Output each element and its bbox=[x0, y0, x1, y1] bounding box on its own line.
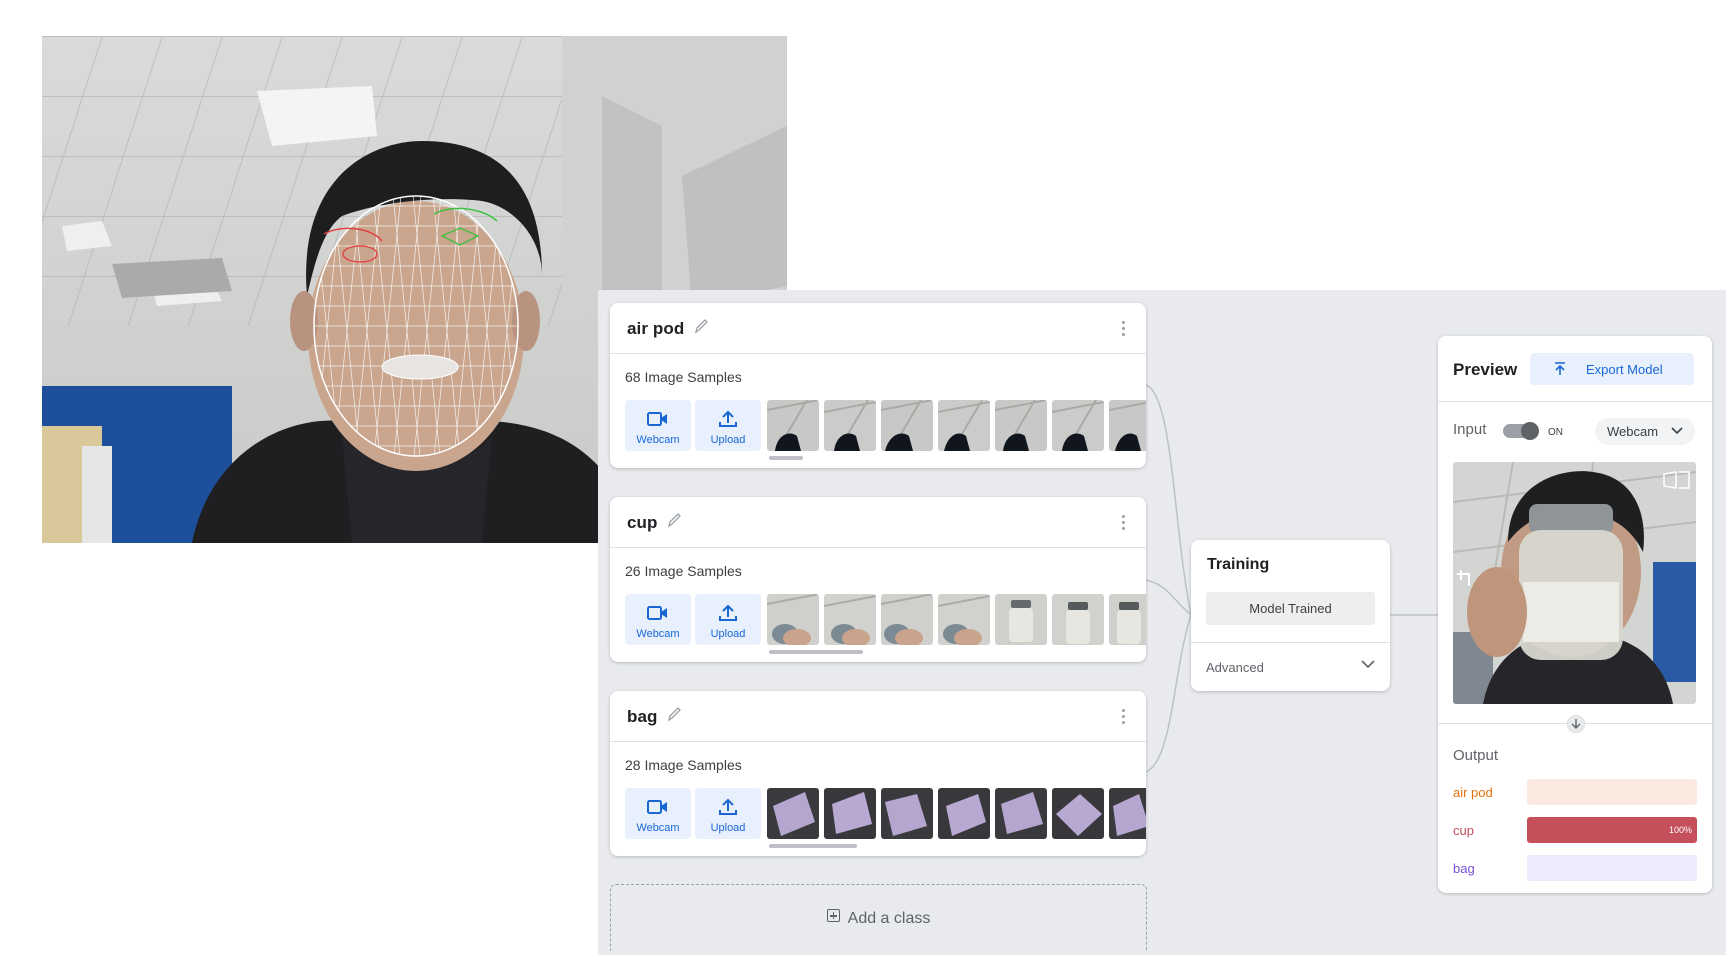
sample-thumbnail[interactable] bbox=[1052, 400, 1104, 451]
sample-thumbnails[interactable] bbox=[767, 400, 1146, 451]
confidence-percent: 100% bbox=[1668, 825, 1692, 835]
chevron-down-icon bbox=[1671, 427, 1683, 435]
add-class-label: Add a class bbox=[847, 910, 931, 927]
sample-thumbnail[interactable] bbox=[824, 788, 876, 839]
thumbnail-scrollbar[interactable] bbox=[769, 844, 857, 848]
sample-thumbnail[interactable] bbox=[1052, 594, 1104, 645]
output-row: air pod bbox=[1453, 779, 1697, 805]
upload-icon bbox=[719, 604, 737, 621]
output-class-label: bag bbox=[1453, 861, 1475, 876]
sample-thumbnail[interactable] bbox=[938, 788, 990, 839]
edit-pencil-icon[interactable] bbox=[693, 317, 709, 335]
edit-pencil-icon[interactable] bbox=[666, 511, 682, 529]
sample-thumbnail[interactable] bbox=[824, 400, 876, 451]
sample-count: 28 Image Samples bbox=[625, 757, 742, 773]
preview-title: Preview bbox=[1453, 360, 1518, 379]
output-class-label: air pod bbox=[1453, 785, 1493, 800]
webcam-button-label: Webcam bbox=[636, 822, 680, 834]
sample-thumbnail[interactable] bbox=[881, 594, 933, 645]
sample-thumbnail[interactable] bbox=[938, 400, 990, 451]
class-name[interactable]: cup bbox=[627, 513, 658, 533]
more-options-icon[interactable] bbox=[1122, 515, 1126, 531]
export-model-button[interactable]: Export Model bbox=[1530, 353, 1694, 385]
sample-thumbnails[interactable] bbox=[767, 788, 1146, 839]
webcam-button[interactable]: Webcam bbox=[625, 400, 691, 451]
class-header: bag bbox=[610, 691, 1146, 742]
confidence-bar bbox=[1527, 779, 1697, 805]
upload-button-label: Upload bbox=[710, 434, 746, 446]
train-model-button[interactable]: Model Trained bbox=[1206, 592, 1375, 625]
upload-button[interactable]: Upload bbox=[695, 594, 761, 645]
add-class-button[interactable]: Add a class bbox=[610, 884, 1147, 951]
webcam-feed-image bbox=[1453, 462, 1696, 704]
upload-button[interactable]: Upload bbox=[695, 400, 761, 451]
arrow-down-icon bbox=[1567, 715, 1585, 733]
confidence-bar bbox=[1527, 855, 1697, 881]
class-card-bag: bag 28 Image Samples Webcam Upload bbox=[610, 691, 1146, 856]
upload-button-label: Upload bbox=[710, 628, 746, 640]
confidence-bar: 100% bbox=[1527, 817, 1697, 843]
sample-thumbnail[interactable] bbox=[824, 594, 876, 645]
sample-thumbnail[interactable] bbox=[1109, 788, 1146, 839]
sample-thumbnail[interactable] bbox=[881, 400, 933, 451]
class-card-cup: cup 26 Image Samples Webcam Upload bbox=[610, 497, 1146, 662]
sample-count: 26 Image Samples bbox=[625, 563, 742, 579]
sample-thumbnail[interactable] bbox=[767, 788, 819, 839]
webcam-button[interactable]: Webcam bbox=[625, 788, 691, 839]
toggle-state-label: ON bbox=[1548, 427, 1563, 438]
class-card-air-pod: air pod 68 Image Samples Webcam Upload bbox=[610, 303, 1146, 468]
upload-icon bbox=[719, 798, 737, 815]
video-camera-icon bbox=[647, 606, 667, 620]
video-camera-icon bbox=[647, 800, 667, 814]
output-label: Output bbox=[1453, 747, 1499, 764]
preview-card: Preview Export Model Input ON Webcam Out… bbox=[1438, 336, 1712, 893]
export-model-label: Export Model bbox=[1586, 362, 1663, 377]
video-camera-icon bbox=[647, 412, 667, 426]
divider bbox=[1191, 642, 1390, 643]
teachable-machine-panel: air pod 68 Image Samples Webcam Upload c… bbox=[598, 290, 1726, 955]
output-row: bag bbox=[1453, 855, 1697, 881]
sample-thumbnails[interactable] bbox=[767, 594, 1146, 645]
output-class-label: cup bbox=[1453, 823, 1474, 838]
input-source-select[interactable]: Webcam bbox=[1595, 418, 1695, 445]
class-name[interactable]: bag bbox=[627, 707, 658, 727]
edit-pencil-icon[interactable] bbox=[666, 705, 682, 723]
class-name[interactable]: air pod bbox=[627, 319, 684, 339]
sample-thumbnail[interactable] bbox=[995, 400, 1047, 451]
more-options-icon[interactable] bbox=[1122, 321, 1126, 337]
thumbnail-scrollbar[interactable] bbox=[769, 456, 803, 460]
export-upload-icon bbox=[1555, 362, 1565, 375]
input-source-value: Webcam bbox=[1607, 424, 1659, 439]
upload-icon bbox=[719, 410, 737, 427]
class-header: cup bbox=[610, 497, 1146, 548]
add-box-icon bbox=[826, 909, 840, 922]
sample-thumbnail[interactable] bbox=[767, 400, 819, 451]
training-card: Training Model Trained Advanced bbox=[1191, 540, 1390, 691]
sample-thumbnail[interactable] bbox=[1052, 788, 1104, 839]
output-row: cup 100% bbox=[1453, 817, 1697, 843]
sample-thumbnail[interactable] bbox=[1109, 594, 1146, 645]
webcam-feed bbox=[1453, 462, 1696, 704]
webcam-button[interactable]: Webcam bbox=[625, 594, 691, 645]
sample-count: 68 Image Samples bbox=[625, 369, 742, 385]
sample-thumbnail[interactable] bbox=[881, 788, 933, 839]
input-label: Input bbox=[1453, 421, 1487, 438]
sample-thumbnail[interactable] bbox=[1109, 400, 1146, 451]
more-options-icon[interactable] bbox=[1122, 709, 1126, 725]
webcam-button-label: Webcam bbox=[636, 434, 680, 446]
thumbnail-scrollbar[interactable] bbox=[769, 650, 863, 654]
training-title: Training bbox=[1207, 556, 1270, 573]
chevron-down-icon[interactable] bbox=[1360, 658, 1376, 670]
webcam-button-label: Webcam bbox=[636, 628, 680, 640]
sample-thumbnail[interactable] bbox=[995, 788, 1047, 839]
sample-thumbnail[interactable] bbox=[767, 594, 819, 645]
divider bbox=[1438, 401, 1712, 402]
sample-thumbnail[interactable] bbox=[995, 594, 1047, 645]
class-header: air pod bbox=[610, 303, 1146, 354]
upload-button-label: Upload bbox=[710, 822, 746, 834]
input-toggle[interactable] bbox=[1503, 422, 1539, 440]
sample-thumbnail[interactable] bbox=[938, 594, 990, 645]
advanced-label[interactable]: Advanced bbox=[1206, 660, 1264, 675]
upload-button[interactable]: Upload bbox=[695, 788, 761, 839]
